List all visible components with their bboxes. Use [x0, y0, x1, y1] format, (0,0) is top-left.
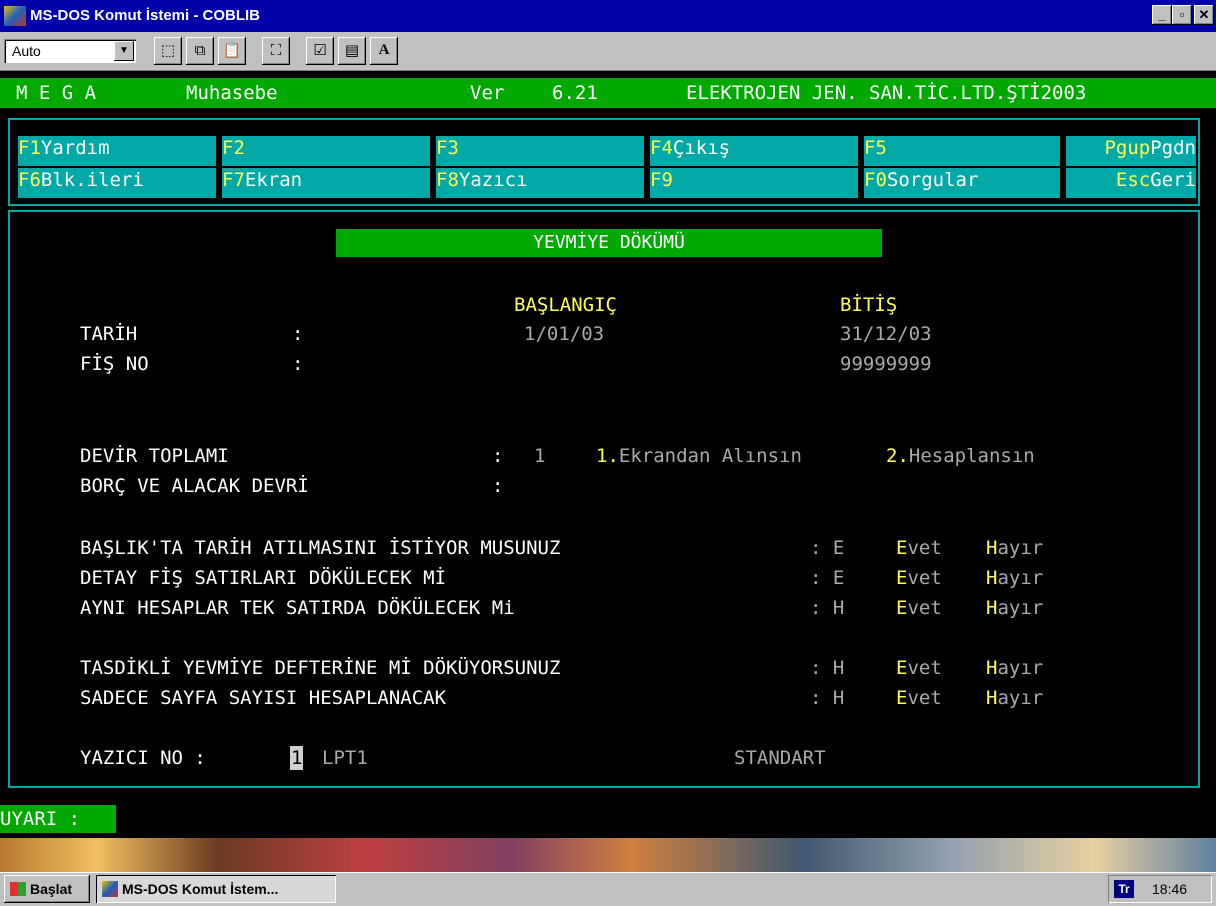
close-button[interactable]: ✕ — [1194, 5, 1214, 25]
printer-no-label: YAZICI NO : — [80, 747, 206, 769]
yes-option[interactable]: Evet — [896, 596, 942, 620]
printer-type: STANDART — [734, 747, 826, 769]
toolbar: Auto ▼ ⬚ ⧉ 📋 ⛶ ☑ ▤ A — [0, 32, 1216, 71]
no-option[interactable]: Hayır — [986, 566, 1043, 590]
form-title: YEVMİYE DÖKÜMÜ — [336, 229, 882, 257]
printer-no-field[interactable]: 1 — [290, 746, 304, 770]
question-label: TASDİKLİ YEVMİYE DEFTERİNE Mİ DÖKÜYORSUN… — [80, 657, 561, 679]
yes-option[interactable]: Evet — [896, 656, 942, 680]
voucher-no-colon: : — [292, 353, 304, 375]
windows-logo-icon — [10, 882, 26, 896]
font-button[interactable]: A — [370, 37, 398, 65]
date-colon: : — [292, 323, 304, 345]
question-value[interactable]: : E — [810, 536, 844, 560]
no-option[interactable]: Hayır — [986, 536, 1043, 560]
app-header: M E G A Muhasebe Ver 6.21 ELEKTROJEN JEN… — [0, 78, 1216, 108]
msdos-icon — [102, 881, 118, 897]
carryover-total-field[interactable]: 1 — [534, 444, 545, 468]
clock[interactable]: 18:46 — [1152, 881, 1187, 897]
minimize-button[interactable]: _ — [1152, 5, 1172, 25]
taskbar-item-msdos[interactable]: MS-DOS Komut İstem... — [96, 875, 336, 903]
question-label: BAŞLIK'TA TARİH ATILMASINI İSTİYOR MUSUN… — [80, 537, 561, 559]
date-label: TARİH — [80, 323, 138, 345]
debit-credit-label: BORÇ VE ALACAK DEVRİ — [80, 475, 309, 497]
no-option[interactable]: Hayır — [986, 686, 1043, 710]
properties-icon[interactable]: ☑ — [306, 37, 334, 65]
warning-label: UYARI : — [0, 805, 116, 833]
mark-icon[interactable]: ⬚ — [154, 37, 182, 65]
version-number: 6.21 — [552, 82, 598, 104]
option-1[interactable]: 1.Ekrandan Alınsın — [596, 444, 802, 468]
chevron-down-icon[interactable]: ▼ — [114, 41, 134, 61]
background-icon[interactable]: ▤ — [338, 37, 366, 65]
debit-credit-colon: : — [492, 475, 504, 497]
window-title-bar: MS-DOS Komut İstemi - COBLIB _ ▫ ✕ — [0, 0, 1216, 32]
date-start-field[interactable]: 1/01/03 — [524, 322, 604, 346]
end-column-header: BİTİŞ — [840, 294, 898, 316]
carryover-total-label: DEVİR TOPLAMI — [80, 445, 229, 467]
msdos-icon — [4, 6, 26, 26]
start-column-header: BAŞLANGIÇ — [514, 294, 617, 316]
company-name: ELEKTROJEN JEN. SAN.TİC.LTD.ŞTİ2003 — [686, 82, 1087, 104]
date-end-field[interactable]: 31/12/03 — [840, 322, 932, 346]
start-button[interactable]: Başlat — [4, 875, 90, 903]
question-value[interactable]: : E — [810, 566, 844, 590]
carryover-colon: : — [492, 445, 504, 467]
voucher-no-end-field[interactable]: 99999999 — [840, 352, 932, 376]
maximize-button[interactable]: ▫ — [1172, 5, 1192, 25]
no-option[interactable]: Hayır — [986, 596, 1043, 620]
question-value[interactable]: : H — [810, 686, 844, 710]
voucher-no-label: FİŞ NO — [80, 353, 149, 375]
yes-option[interactable]: Evet — [896, 566, 942, 590]
yes-option[interactable]: Evet — [896, 536, 942, 560]
system-tray: Tr 18:46 — [1108, 875, 1212, 903]
desktop-wallpaper — [0, 838, 1216, 872]
yes-option[interactable]: Evet — [896, 686, 942, 710]
copy-icon[interactable]: ⧉ — [186, 37, 214, 65]
font-size-value: Auto — [12, 43, 41, 59]
module-name: Muhasebe — [186, 82, 278, 104]
fullscreen-icon[interactable]: ⛶ — [262, 37, 290, 65]
version-label: Ver — [470, 82, 505, 104]
font-size-select[interactable]: Auto ▼ — [4, 39, 136, 63]
question-label: DETAY FİŞ SATIRLARI DÖKÜLECEK Mİ — [80, 567, 447, 589]
no-option[interactable]: Hayır — [986, 656, 1043, 680]
taskbar: Başlat MS-DOS Komut İstem... Tr 18:46 — [0, 872, 1216, 906]
app-name: M E G A — [16, 82, 97, 104]
question-label: SADECE SAYFA SAYISI HESAPLANACAK — [80, 687, 447, 709]
window-title: MS-DOS Komut İstemi - COBLIB — [30, 7, 261, 24]
question-label: AYNI HESAPLAR TEK SATIRDA DÖKÜLECEK Mi — [80, 597, 515, 619]
paste-icon[interactable]: 📋 — [218, 37, 246, 65]
question-value[interactable]: : H — [810, 596, 844, 620]
option-2[interactable]: 2.Hesaplansın — [886, 444, 1035, 468]
menu-frame — [8, 118, 1200, 206]
printer-port: LPT1 — [322, 747, 368, 769]
question-value[interactable]: : H — [810, 656, 844, 680]
language-indicator[interactable]: Tr — [1114, 880, 1134, 898]
